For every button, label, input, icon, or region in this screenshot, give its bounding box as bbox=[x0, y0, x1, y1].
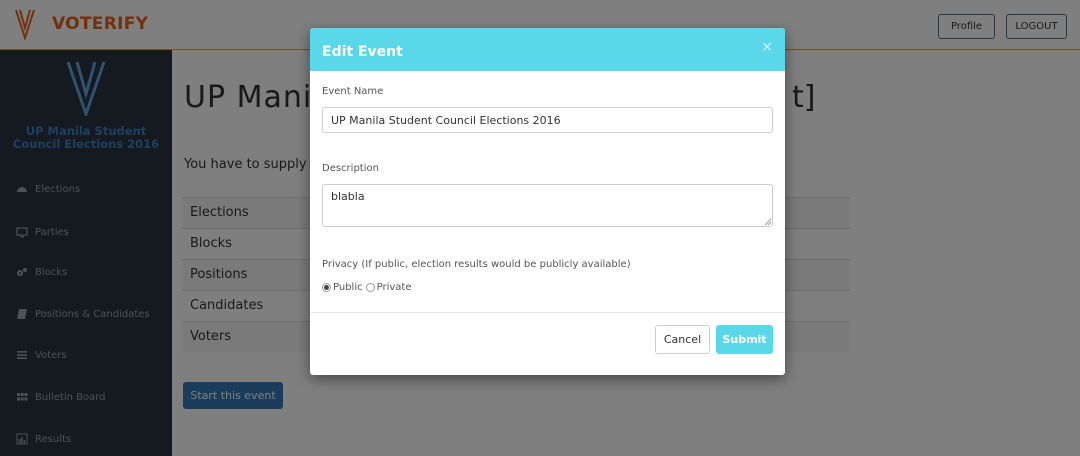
privacy-radio-group: Public Private bbox=[322, 282, 411, 293]
event-name-label: Event Name bbox=[322, 86, 384, 97]
private-radio-label[interactable]: Private bbox=[377, 282, 412, 293]
resize-grip-icon[interactable] bbox=[764, 218, 772, 226]
privacy-label: Privacy (If public, election results wou… bbox=[322, 259, 631, 270]
modal-title: Edit Event bbox=[322, 44, 403, 60]
modal-header: Edit Event × bbox=[310, 28, 785, 71]
close-icon[interactable]: × bbox=[761, 39, 773, 55]
edit-event-modal: Edit Event × Event Name Description blab… bbox=[310, 28, 785, 375]
public-radio-label[interactable]: Public bbox=[333, 282, 363, 293]
public-radio[interactable] bbox=[322, 283, 331, 292]
modal-footer-divider bbox=[310, 312, 785, 313]
event-name-input[interactable] bbox=[322, 107, 773, 133]
description-label: Description bbox=[322, 163, 379, 174]
modal-body: Event Name Description blabla Privacy (I… bbox=[310, 71, 785, 312]
cancel-button[interactable]: Cancel bbox=[655, 325, 710, 354]
submit-button[interactable]: Submit bbox=[716, 325, 773, 354]
description-textarea[interactable]: blabla bbox=[322, 184, 773, 227]
private-radio[interactable] bbox=[365, 283, 375, 292]
